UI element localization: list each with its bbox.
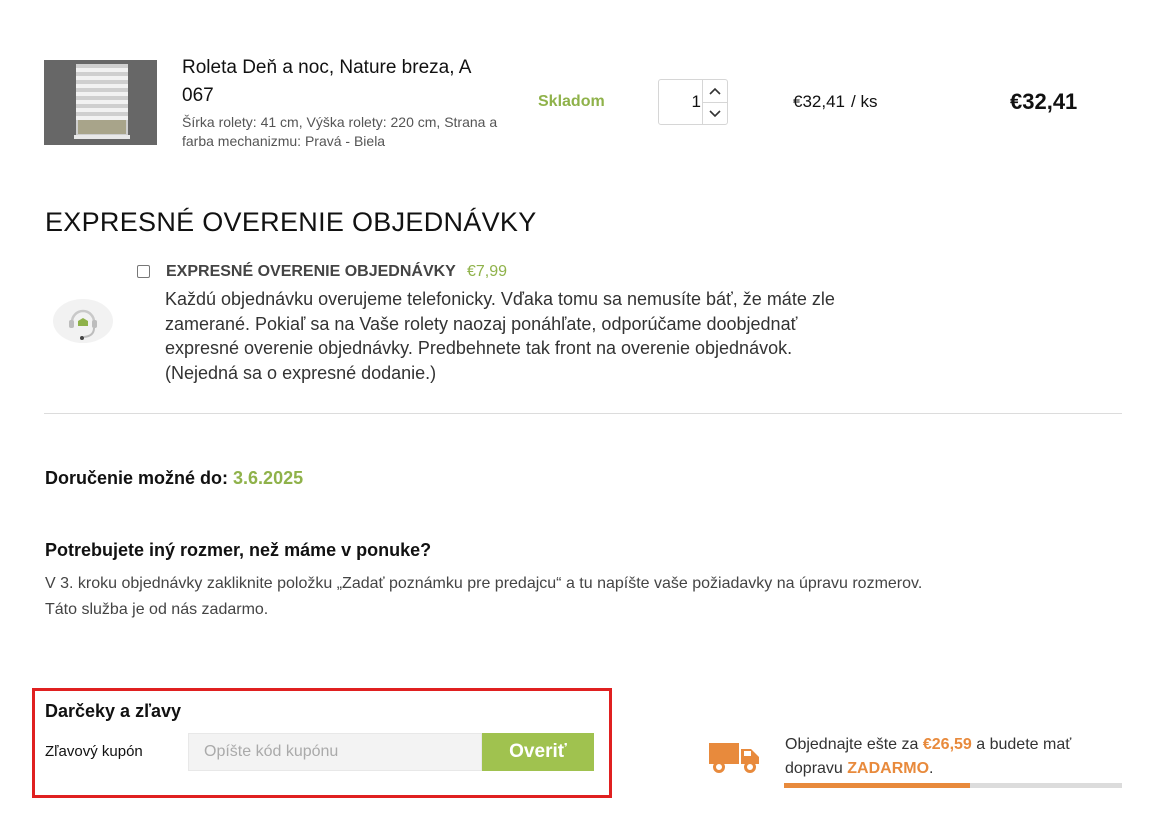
shipping-remaining-amount: €26,59	[922, 736, 972, 753]
unit-suffix: / ks	[851, 92, 878, 111]
express-option-label[interactable]: EXPRESNÉ OVERENIE OBJEDNÁVKY	[166, 263, 456, 281]
shipping-text-after: .	[929, 760, 934, 777]
quantity-increase-button[interactable]	[703, 80, 727, 103]
stock-status: Skladom	[538, 93, 605, 110]
custom-size-line-2: Táto služba je od nás zadarmo.	[45, 601, 269, 618]
verify-coupon-button[interactable]: Overiť	[482, 733, 594, 771]
shipping-free-label: ZADARMO	[847, 760, 930, 777]
delivery-date: 3.6.2025	[233, 468, 304, 488]
quantity-decrease-button[interactable]	[703, 103, 727, 125]
delivery-label: Doručenie možné do:	[45, 468, 229, 488]
express-option-price: €7,99	[467, 263, 508, 280]
coupon-input-wrapper[interactable]	[188, 733, 482, 771]
express-checkbox[interactable]	[137, 265, 150, 278]
custom-size-line-1: V 3. kroku objednávky zakliknite položku…	[45, 575, 923, 592]
quantity-stepper[interactable]: 1	[658, 79, 728, 125]
coupon-title: Darčeky a zľavy	[45, 701, 182, 721]
custom-size-title: Potrebujete iný rozmer, než máme v ponuk…	[45, 540, 432, 560]
coupon-label: Zľavový kupón	[45, 743, 143, 760]
divider	[44, 413, 1122, 414]
free-shipping-progress-bar	[784, 783, 1122, 788]
free-shipping-message: Objednajte ešte za €26,59 a budete mať d…	[785, 733, 1115, 781]
chevron-up-icon	[709, 87, 721, 95]
line-total: €32,41	[1010, 89, 1078, 114]
unit-price: €32,41 / ks	[793, 92, 877, 112]
shipping-text-before: Objednajte ešte za	[785, 736, 919, 753]
free-shipping-progress-fill	[784, 783, 970, 788]
truck-icon	[709, 741, 761, 773]
quantity-value[interactable]: 1	[667, 92, 701, 112]
unit-price-value: €32,41	[793, 92, 845, 111]
product-thumbnail[interactable]	[44, 60, 157, 145]
headset-icon	[52, 295, 114, 347]
delivery-info: Doručenie možné do: 3.6.2025	[45, 468, 303, 489]
custom-size-text: V 3. kroku objednávky zakliknite položku…	[45, 571, 1005, 623]
product-name[interactable]: Roleta Deň a noc, Nature breza, A 067	[182, 54, 502, 110]
coupon-input[interactable]	[189, 734, 481, 770]
product-description: Šírka rolety: 41 cm, Výška rolety: 220 c…	[182, 114, 498, 149]
chevron-down-icon	[709, 110, 721, 118]
express-section-title: EXPRESNÉ OVERENIE OBJEDNÁVKY	[45, 207, 537, 237]
express-description: Každú objednávku overujeme telefonicky. …	[165, 289, 835, 383]
